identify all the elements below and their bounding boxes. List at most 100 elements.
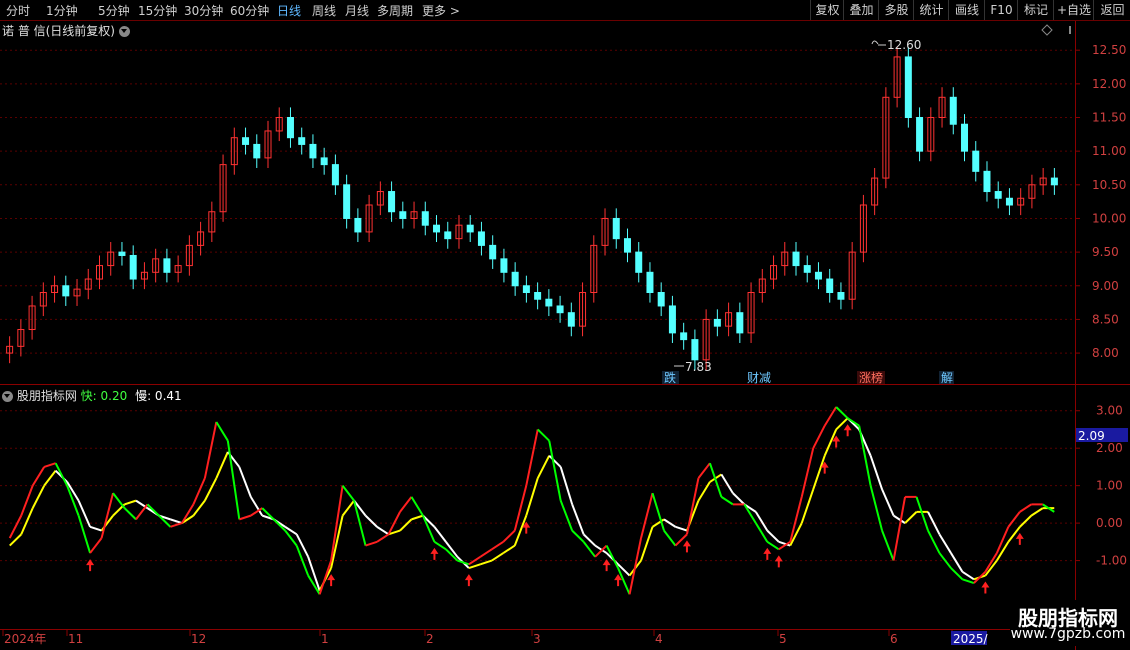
- time-tick-label: 4: [655, 632, 663, 646]
- candle-body: [961, 123, 969, 152]
- slow-line-segment: [341, 500, 355, 517]
- fast-line-segment: [617, 567, 631, 595]
- candle-body: [1005, 197, 1013, 206]
- candle-body: [972, 150, 980, 172]
- fast-line-segment: [823, 406, 838, 427]
- candle-body: [534, 292, 542, 300]
- time-tick-label: 5: [779, 632, 787, 646]
- candle-body: [477, 231, 485, 246]
- dropdown-icon[interactable]: [2, 391, 13, 402]
- candle-body: [522, 285, 530, 293]
- price-tick-label: 12.50: [1092, 43, 1126, 57]
- fast-line-segment: [100, 492, 115, 539]
- fast-line-segment: [628, 537, 643, 595]
- candle-body: [444, 231, 452, 240]
- candle-body: [680, 332, 688, 341]
- price-tick-label: 10.00: [1092, 211, 1126, 225]
- time-tick-label: 1: [321, 632, 329, 646]
- fast-line-segment: [812, 425, 826, 449]
- slow-line-segment: [376, 526, 390, 536]
- slow-line-segment: [238, 466, 252, 498]
- candle-body: [433, 224, 441, 233]
- fast-line-segment: [215, 421, 229, 442]
- candle-body: [668, 305, 676, 334]
- candlesticks: [6, 46, 1058, 370]
- slow-line-segment: [675, 525, 688, 532]
- slow-line-segment: [411, 514, 424, 521]
- candle-body: [623, 238, 631, 253]
- indicator-tick-label: 2.00: [1096, 441, 1123, 455]
- candle-body: [713, 318, 721, 327]
- price-tick-label: 9.00: [1092, 279, 1119, 293]
- candle-body: [309, 143, 317, 159]
- fast-line-segment: [915, 496, 929, 531]
- candle-body: [635, 251, 643, 273]
- kline-chart: 12.5012.0011.5011.0010.5010.009.509.008.…: [0, 20, 1130, 650]
- candle-body: [500, 258, 508, 273]
- current-value-label: 2.09: [1078, 429, 1105, 443]
- slow-line-value: 慢: 0.41: [135, 389, 182, 403]
- slow-line-segment: [571, 504, 585, 535]
- candle-body: [657, 292, 665, 307]
- candle-body: [949, 96, 957, 125]
- high-marker-icon: [871, 40, 879, 45]
- fast-line-segment: [800, 447, 815, 498]
- indicator-title[interactable]: 股朋指标网 快: 0.20 慢: 0.41: [2, 387, 182, 404]
- candle-body: [736, 312, 744, 334]
- buy-arrow-icon: [86, 559, 95, 572]
- time-tick-label: 12: [191, 632, 206, 646]
- indicator-name: 股朋指标网: [16, 389, 77, 403]
- fast-line-segment: [135, 503, 149, 520]
- slow-line-segment: [399, 518, 413, 532]
- fast-line-segment: [410, 496, 424, 517]
- fast-line-segment: [433, 541, 447, 551]
- candle-body: [242, 137, 250, 145]
- candle-body: [612, 217, 620, 240]
- candle-body: [994, 191, 1002, 199]
- time-tick-label: 6: [890, 632, 898, 646]
- candle-body: [567, 312, 575, 327]
- indicator-lines: [8, 406, 1055, 595]
- fast-line-segment: [491, 541, 504, 551]
- indicator-tick-label: 3.00: [1096, 404, 1123, 418]
- fast-line-segment: [238, 514, 252, 521]
- price-tick-label: 11.50: [1092, 111, 1126, 125]
- watermark-url: www.7gpzb.com: [1010, 626, 1126, 642]
- slow-line-segment: [203, 477, 218, 502]
- fast-line-segment: [766, 541, 780, 551]
- fast-line-segment: [1019, 503, 1032, 513]
- slow-line-segment: [89, 525, 102, 532]
- candle-body: [792, 251, 800, 267]
- current-indicator-value: 2.09: [1076, 428, 1128, 443]
- buy-arrow-icon: [843, 424, 852, 437]
- badge-unlock[interactable]: 解: [941, 371, 953, 385]
- fast-line-segment: [513, 485, 528, 531]
- slow-line-segment: [295, 533, 310, 558]
- fast-line-segment: [881, 530, 895, 561]
- low-price-label: 7.83: [685, 360, 712, 374]
- badge-drop[interactable]: 跌: [664, 370, 676, 385]
- slow-line-segment: [927, 511, 941, 535]
- candle-body: [118, 251, 126, 256]
- candle-body: [253, 143, 261, 159]
- price-tick-label: 12.00: [1092, 77, 1126, 91]
- slow-line-segment: [961, 570, 975, 581]
- candle-body: [814, 271, 822, 280]
- fast-line-segment: [112, 492, 126, 509]
- badge-financial[interactable]: 财减: [747, 371, 771, 385]
- diamond-icon[interactable]: [1041, 24, 1053, 36]
- indicator-tick-label: -1.00: [1096, 554, 1127, 568]
- slow-line-segment: [869, 455, 884, 490]
- indicator-tick-label: 0.00: [1096, 516, 1123, 530]
- candle-body: [837, 292, 845, 300]
- slow-line-segment: [823, 429, 838, 457]
- buy-arrow-icon: [1015, 532, 1024, 545]
- fast-line-segment: [226, 440, 241, 520]
- fast-line-segment: [422, 515, 436, 543]
- fast-line-segment: [399, 496, 413, 513]
- fast-line-segment: [376, 533, 390, 543]
- slow-line-segment: [1019, 514, 1033, 528]
- candle-body: [298, 137, 306, 145]
- fast-line-segment: [973, 571, 987, 584]
- badge-limit-up[interactable]: 涨榜: [859, 370, 883, 385]
